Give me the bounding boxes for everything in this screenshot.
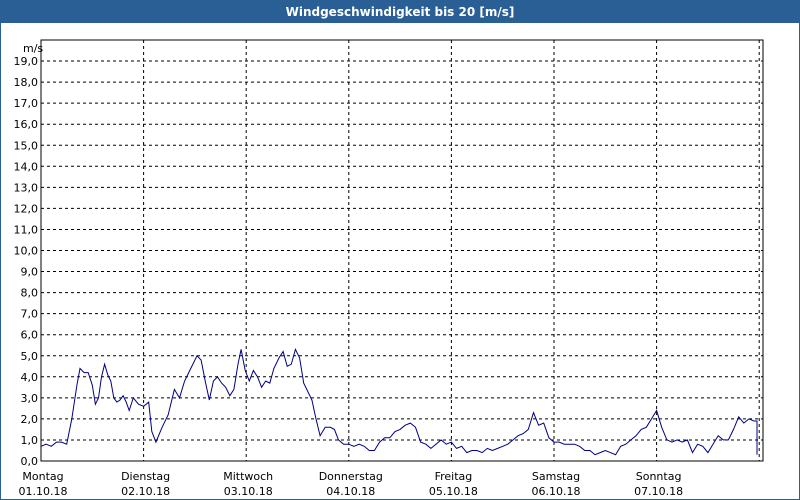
x-tick-day: Dienstag bbox=[121, 470, 170, 483]
y-tick-label: 11,0 bbox=[14, 223, 39, 236]
y-tick-label: 12,0 bbox=[14, 202, 39, 215]
x-tick-date: 07.10.18 bbox=[634, 485, 683, 498]
x-tick-date: 04.10.18 bbox=[326, 485, 375, 498]
y-axis-ticks: 0,0 1,0 2,0 3,0 4,0 5,0 6,0 7,0 8,0 9,0 10,0 11,0 12… bbox=[14, 55, 39, 468]
x-tick-day: Sonntag bbox=[636, 470, 682, 483]
y-tick-label: 6,0 bbox=[21, 329, 39, 342]
y-tick-label: 13,0 bbox=[14, 181, 39, 194]
line-chart: 0,0 1,0 2,0 3,0 4,0 5,0 6,0 7,0 8,0 9,0 10,0 11,0 12… bbox=[14, 39, 764, 498]
x-tick-day: Freitag bbox=[435, 470, 473, 483]
y-tick-label: 16,0 bbox=[14, 118, 39, 131]
x-tick-day: Samstag bbox=[532, 470, 580, 483]
x-tick-day: Montag bbox=[22, 470, 63, 483]
y-tick-label: 9,0 bbox=[21, 266, 39, 279]
x-tick-date: 03.10.18 bbox=[224, 485, 273, 498]
x-tick-day: Donnerstag bbox=[319, 470, 383, 483]
x-tick-date: 05.10.18 bbox=[429, 485, 478, 498]
y-tick-label: 3,0 bbox=[21, 392, 39, 405]
x-tick-date: 01.10.18 bbox=[19, 485, 68, 498]
y-tick-label: 0,0 bbox=[21, 455, 39, 468]
y-axis-label: m/s bbox=[23, 42, 43, 55]
x-tick-day: Mittwoch bbox=[223, 470, 273, 483]
x-tick-date: 06.10.18 bbox=[532, 485, 581, 498]
series-line bbox=[40, 348, 758, 456]
x-axis-labels: Montag 01.10.18 Dienstag 02.10.18 Mittwoch 03… bbox=[19, 470, 684, 498]
y-tick-label: 10,0 bbox=[14, 245, 39, 258]
y-tick-label: 15,0 bbox=[14, 139, 39, 152]
y-tick-label: 8,0 bbox=[21, 287, 39, 300]
grid bbox=[41, 40, 763, 461]
x-tick-date: 02.10.18 bbox=[121, 485, 170, 498]
y-tick-label: 7,0 bbox=[21, 308, 39, 321]
y-tick-label: 5,0 bbox=[21, 350, 39, 363]
y-tick-label: 2,0 bbox=[21, 413, 39, 426]
y-tick-label: 14,0 bbox=[14, 160, 39, 173]
y-tick-label: 4,0 bbox=[21, 371, 39, 384]
y-tick-label: 1,0 bbox=[21, 434, 39, 447]
y-tick-label: 19,0 bbox=[14, 55, 39, 68]
y-tick-label: 18,0 bbox=[14, 76, 39, 89]
chart-window: Windgeschwindigkeit bis 20 [m/s] 0,0 1,0 2… bbox=[0, 0, 800, 500]
y-tick-label: 17,0 bbox=[14, 97, 39, 110]
